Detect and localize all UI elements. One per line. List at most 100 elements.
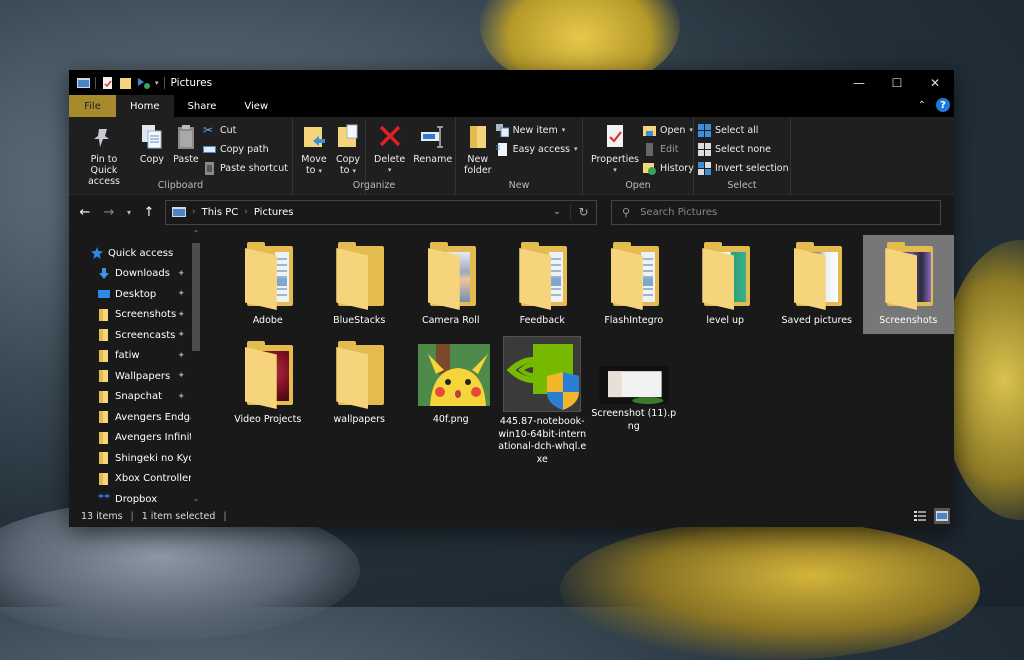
pin-icon[interactable]: ✦: [177, 392, 185, 402]
breadcrumb-pictures[interactable]: Pictures: [254, 207, 294, 218]
copy-path-button[interactable]: Copy path: [202, 141, 288, 157]
search-box[interactable]: ⚲ Search Pictures: [611, 199, 941, 225]
forward-button[interactable]: →: [99, 205, 119, 220]
select-all-button[interactable]: Select all: [698, 122, 789, 138]
pin-icon: [93, 129, 109, 147]
breadcrumb-this-pc[interactable]: This PC: [202, 207, 239, 218]
select-none-button[interactable]: Select none: [698, 141, 789, 157]
details-view-button[interactable]: [912, 508, 928, 524]
file-name: BlueStacks: [333, 315, 386, 326]
file-name: Feedback: [519, 315, 565, 326]
tab-home[interactable]: Home: [116, 95, 174, 117]
address-bar[interactable]: › This PC › Pictures ⌄ ↻: [165, 199, 597, 225]
help-icon[interactable]: ?: [936, 98, 950, 112]
file-item[interactable]: wallpapers: [314, 334, 406, 433]
invert-selection-button[interactable]: Invert selection: [698, 160, 789, 176]
properties-icon[interactable]: [101, 76, 114, 89]
file-item[interactable]: level up: [680, 235, 772, 334]
rename-icon[interactable]: [137, 77, 150, 89]
file-name: Adobe: [252, 315, 283, 326]
file-item[interactable]: Saved pictures: [771, 235, 863, 334]
sidebar-item-avengers-infinity[interactable]: Avengers Infinity: [69, 428, 191, 449]
sidebar-item-snapchat[interactable]: Snapchat ✦: [69, 387, 191, 408]
file-item[interactable]: FlashIntegro: [588, 235, 680, 334]
cut-button[interactable]: ✂ Cut: [203, 122, 288, 138]
scroll-up-icon[interactable]: ⌃: [191, 229, 201, 238]
file-item[interactable]: Camera Roll: [405, 235, 497, 334]
paste-shortcut-button[interactable]: Paste shortcut: [203, 160, 288, 176]
select-group-label: Select: [727, 180, 757, 191]
pin-icon[interactable]: ✦: [177, 351, 185, 361]
tab-share[interactable]: Share: [174, 95, 231, 117]
history-button[interactable]: History: [643, 160, 694, 176]
folder-icon: [418, 241, 484, 311]
folder-preview: [274, 252, 289, 302]
sidebar-item-label: Xbox Controller: [115, 473, 191, 485]
easy-access-button[interactable]: Easy access ▾: [495, 141, 578, 157]
folder-icon: [99, 370, 108, 383]
sidebar-item-wallpapers[interactable]: Wallpapers ✦: [69, 366, 191, 387]
sidebar-item-screencasts[interactable]: Screencasts ✦: [69, 325, 191, 346]
file-item[interactable]: 40f.png: [405, 334, 497, 433]
sidebar-item-desktop[interactable]: Desktop ✦: [69, 284, 191, 305]
pin-icon[interactable]: ✦: [177, 330, 185, 340]
minimize-button[interactable]: —: [840, 70, 878, 95]
sidebar-item-quick-access[interactable]: Quick access: [69, 243, 191, 264]
file-name: 445.87-notebook-win10-64bit-internationa…: [498, 416, 587, 465]
folder-icon: [326, 340, 392, 410]
file-item[interactable]: 445.87-notebook-win10-64bit-internationa…: [497, 334, 589, 466]
file-item[interactable]: Adobe: [222, 235, 314, 334]
edit-button[interactable]: Edit: [643, 141, 694, 157]
open-group: Properties ▾ Open ▾ Edit History Open: [583, 117, 694, 195]
search-input[interactable]: Search Pictures: [640, 207, 717, 218]
pin-icon[interactable]: ✦: [177, 371, 185, 381]
navigation-bar: ← → ▾ ↑ › This PC › Pictures ⌄ ↻ ⚲ Searc…: [69, 195, 954, 229]
new-folder-icon[interactable]: [119, 77, 132, 89]
pin-icon[interactable]: ✦: [177, 269, 185, 279]
tab-file[interactable]: File: [69, 95, 116, 117]
paste-icon: [177, 125, 194, 149]
folder-icon: [99, 308, 108, 321]
up-button[interactable]: ↑: [139, 205, 159, 220]
file-item[interactable]: Screenshots: [862, 235, 954, 334]
sidebar-item-fatiw[interactable]: fatiw ✦: [69, 346, 191, 367]
select-all-icon: [698, 123, 711, 137]
new-item-button[interactable]: New item ▾: [495, 122, 578, 138]
recent-locations-button[interactable]: ▾: [123, 208, 135, 217]
collapse-ribbon-icon[interactable]: ⌃: [918, 100, 926, 111]
dropdown-caret-icon: ▾: [613, 166, 617, 174]
ribbon: Pin to Quick access Copy Paste ✂ Cut Cop…: [69, 117, 954, 195]
customize-toolbar-icon[interactable]: ▾: [155, 79, 159, 87]
sidebar-item-avengers-endga[interactable]: Avengers Endga: [69, 407, 191, 428]
file-item[interactable]: Screenshot (11).png: [588, 334, 680, 433]
copy-to-icon: [338, 124, 358, 147]
sidebar-item-shingeki-no-kyoj[interactable]: Shingeki no Kyoj: [69, 448, 191, 469]
maximize-button[interactable]: ☐: [878, 70, 916, 95]
file-item[interactable]: Video Projects: [222, 334, 314, 433]
file-item[interactable]: Feedback: [497, 235, 589, 334]
sidebar-scrollbar[interactable]: ⌃ ⌄: [191, 229, 201, 505]
open-button[interactable]: Open ▾: [643, 122, 694, 138]
details-view-icon: [914, 511, 926, 521]
address-history-dropdown[interactable]: ⌄: [544, 207, 570, 217]
pin-icon[interactable]: ✦: [177, 310, 185, 320]
large-icons-view-button[interactable]: [934, 508, 950, 524]
refresh-button[interactable]: ↻: [570, 205, 596, 219]
scroll-thumb[interactable]: [192, 243, 200, 351]
back-button[interactable]: ←: [75, 205, 95, 220]
dropdown-caret-icon: ▾: [318, 167, 323, 175]
sidebar-item-dropbox[interactable]: Dropbox: [69, 489, 191, 505]
folder-icon: [235, 241, 301, 311]
close-button[interactable]: ✕: [916, 70, 954, 95]
file-item[interactable]: BlueStacks: [314, 235, 406, 334]
scroll-down-icon[interactable]: ⌄: [191, 494, 201, 503]
sidebar-item-xbox-controller[interactable]: Xbox Controller: [69, 469, 191, 490]
file-name: Screenshot (11).png: [591, 408, 677, 432]
organize-group: Move to ▾ Copy to ▾ Delete ▾ Rename Orga…: [293, 117, 456, 195]
pin-icon[interactable]: ✦: [177, 289, 185, 299]
sidebar-item-downloads[interactable]: Downloads ✦: [69, 264, 191, 285]
sidebar-item-screenshots[interactable]: Screenshots ✦: [69, 305, 191, 326]
folder-icon: [99, 349, 108, 362]
history-icon: [643, 162, 657, 175]
tab-view[interactable]: View: [230, 95, 282, 117]
